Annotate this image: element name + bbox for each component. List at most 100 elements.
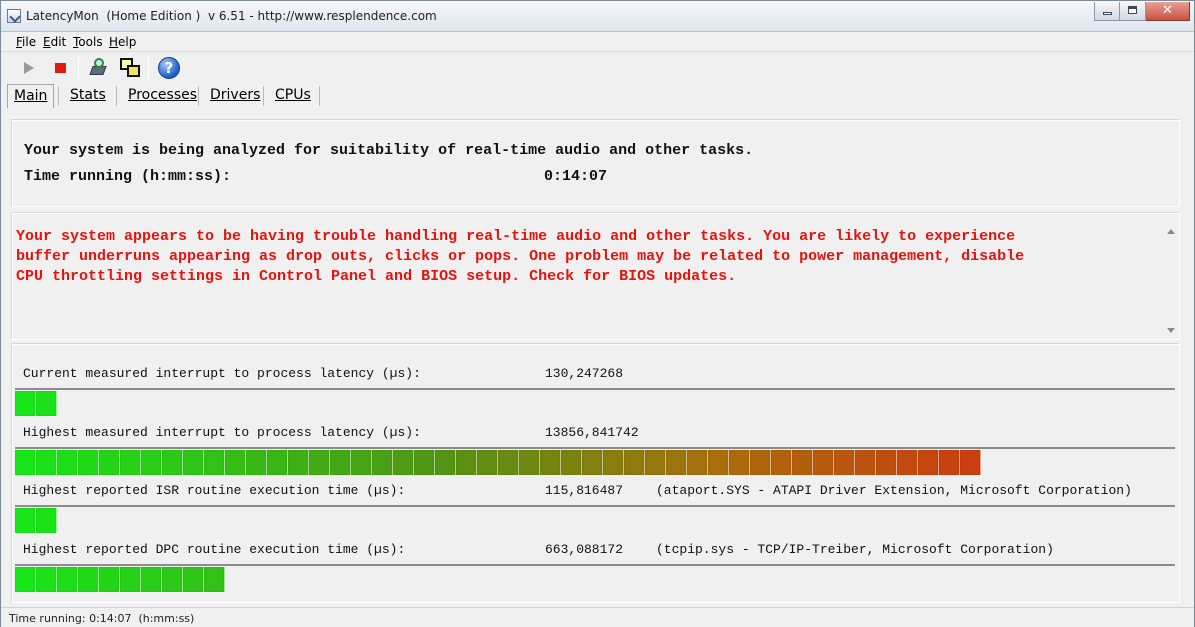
latency-meter-segment — [477, 450, 498, 475]
latency-meter-segment — [834, 450, 855, 475]
play-icon — [24, 62, 34, 74]
tab-separator — [116, 86, 117, 106]
tab-stats[interactable]: Stats — [64, 84, 112, 108]
latency-meter-segment — [36, 391, 57, 416]
latency-meter-segment — [687, 450, 708, 475]
latency-meter-segment — [519, 450, 540, 475]
tab-main[interactable]: Main — [7, 84, 55, 108]
latency-meter-segment — [288, 450, 309, 475]
latency-meter — [15, 505, 1175, 533]
latency-meter-segment — [939, 450, 960, 475]
latency-meter-segment — [624, 450, 645, 475]
window-controls: ✕ — [1094, 2, 1190, 21]
app-window: LatencyMon (Home Edition ) v 6.51 - http… — [0, 0, 1195, 627]
latency-meter-segment — [456, 450, 477, 475]
latency-meter-segment — [792, 450, 813, 475]
latency-meter-segment — [309, 450, 330, 475]
verdict-scrollbar[interactable] — [1165, 229, 1177, 333]
stop-icon — [55, 63, 66, 73]
latency-meter-segment — [729, 450, 750, 475]
menu-edit-label: dit — [50, 35, 67, 49]
menu-tools-label: ools — [78, 35, 103, 49]
latency-meter-segment — [498, 450, 519, 475]
latency-meter-segment — [225, 450, 246, 475]
latency-meter — [15, 564, 1175, 592]
metric-value: 130,247268 — [545, 366, 624, 381]
latency-meter-segment — [99, 450, 120, 475]
tab-cpus[interactable]: CPUs — [269, 84, 317, 108]
latency-meter-segment — [15, 450, 36, 475]
maximize-icon — [1128, 6, 1137, 14]
latency-meter-segment — [708, 450, 729, 475]
latency-meter-segment — [435, 450, 456, 475]
metric-value: 663,088172 — [545, 542, 624, 557]
menu-help[interactable]: Help — [109, 35, 136, 49]
latency-meter-segment — [876, 450, 897, 475]
close-icon: ✕ — [1162, 3, 1173, 18]
status-bar-text: Time running: 0:14:07 (h:mm:ss) — [9, 612, 195, 625]
analysis-status-panel: Your system is being analyzed for suitab… — [11, 119, 1180, 207]
tab-drivers[interactable]: Drivers — [204, 84, 266, 108]
metric-source: (tcpip.sys - TCP/IP-Treiber, Microsoft C… — [656, 542, 1054, 557]
latency-meter-segment — [771, 450, 792, 475]
latency-meter-segment — [666, 450, 687, 475]
scroll-down-arrow-icon[interactable] — [1167, 328, 1175, 333]
tab-separator — [58, 86, 59, 106]
latency-meter-fill — [15, 450, 981, 476]
latency-meter-segment — [204, 450, 225, 475]
latency-meter-fill — [15, 508, 57, 534]
latency-meter-segment — [183, 567, 204, 592]
latency-meter-segment — [855, 450, 876, 475]
time-running-label: Time running (h:mm:ss): — [24, 168, 232, 185]
latency-meter-fill — [15, 567, 225, 593]
latency-meter-segment — [57, 567, 78, 592]
menu-file[interactable]: File — [16, 35, 36, 49]
tab-processes[interactable]: Processes — [122, 84, 203, 108]
latency-meter-segment — [162, 450, 183, 475]
metric-value: 115,816487 — [545, 483, 624, 498]
close-button[interactable]: ✕ — [1146, 2, 1190, 21]
metric-label: Highest reported ISR routine execution t… — [23, 483, 406, 498]
menu-tools[interactable]: Tools — [73, 35, 103, 49]
latency-meter-segment — [750, 450, 771, 475]
tab-separator — [198, 86, 199, 106]
latency-meter-segment — [15, 567, 36, 592]
maximize-button[interactable] — [1120, 2, 1146, 21]
help-button[interactable]: ? — [156, 55, 182, 81]
verdict-line: buffer underruns appearing as drop outs,… — [16, 248, 1025, 265]
windows-icon — [120, 58, 141, 79]
drivers-button[interactable] — [85, 55, 111, 81]
latency-meter-segment — [372, 450, 393, 475]
start-button[interactable] — [15, 55, 41, 81]
title-bar[interactable]: LatencyMon (Home Edition ) v 6.51 - http… — [1, 1, 1194, 32]
menu-edit[interactable]: Edit — [43, 35, 66, 49]
menu-bar: File Edit Tools Help — [1, 32, 1194, 52]
latency-meter-segment — [246, 450, 267, 475]
latency-meter-segment — [78, 567, 99, 592]
latency-meter-segment — [120, 450, 141, 475]
latency-meter-segment — [540, 450, 561, 475]
latency-meter-segment — [351, 450, 372, 475]
latency-meter-segment — [204, 567, 225, 592]
latency-meter-segment — [141, 567, 162, 592]
scroll-up-arrow-icon[interactable] — [1167, 229, 1175, 234]
verdict-line: Your system appears to be having trouble… — [16, 228, 1016, 245]
verdict-panel[interactable]: Your system appears to be having trouble… — [11, 212, 1180, 340]
metric-source: (ataport.SYS - ATAPI Driver Extension, M… — [656, 483, 1132, 498]
latency-meter-segment — [36, 450, 57, 475]
latency-meter-segment — [78, 450, 99, 475]
latency-meter-segment — [813, 450, 834, 475]
metric-label: Current measured interrupt to process la… — [23, 366, 421, 381]
app-icon[interactable] — [7, 9, 21, 23]
latency-meter-segment — [57, 450, 78, 475]
drivers-icon — [89, 58, 107, 78]
latency-meter-segment — [120, 567, 141, 592]
minimize-button[interactable] — [1094, 2, 1120, 21]
verdict-text: Your system appears to be having trouble… — [16, 227, 1156, 287]
stop-button[interactable] — [47, 55, 73, 81]
status-bar: Time running: 0:14:07 (h:mm:ss) — [1, 607, 1194, 627]
latency-meter-segment — [15, 391, 36, 416]
windows-button[interactable] — [117, 55, 143, 81]
latency-meter-segment — [330, 450, 351, 475]
minimize-icon — [1103, 12, 1112, 15]
